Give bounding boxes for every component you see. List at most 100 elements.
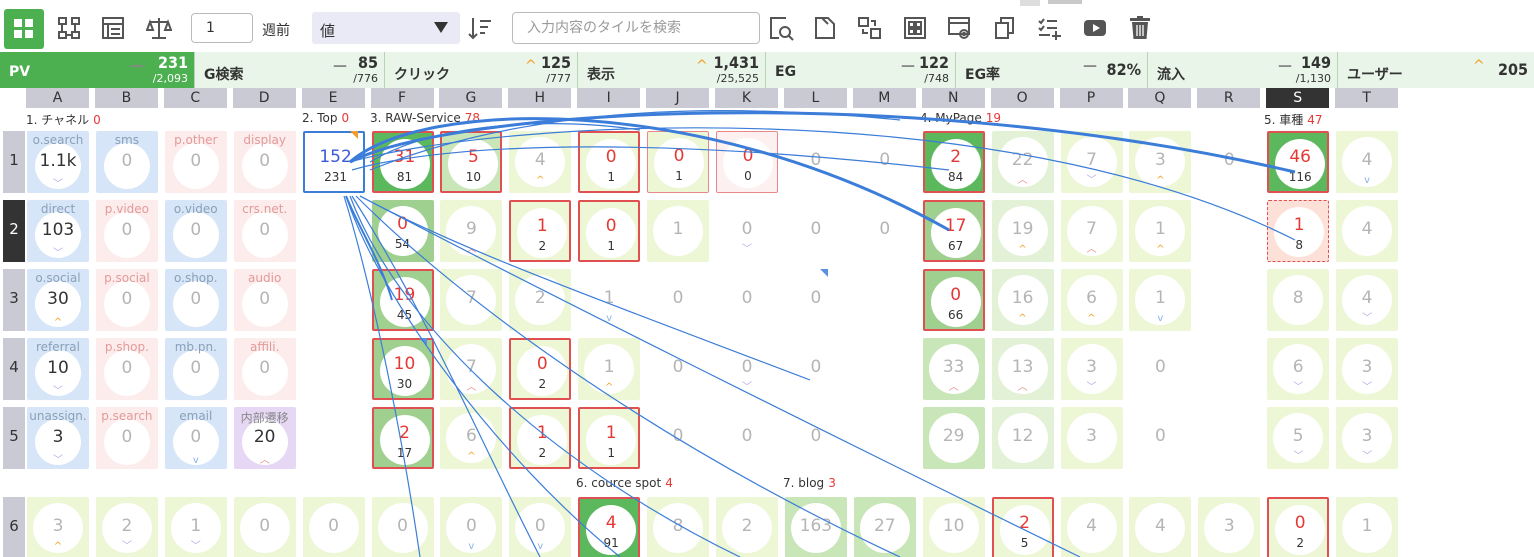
metric-1[interactable]: G検索 — 85/776 [194,52,384,88]
tile-S6[interactable]: 02 [1267,497,1330,557]
tile-I4[interactable]: 1 ^ [578,338,641,400]
document-icon[interactable] [808,11,842,45]
column-header-G[interactable]: G [439,88,503,108]
find-icon[interactable] [764,11,798,45]
column-header-D[interactable]: D [232,88,296,108]
tile-K2[interactable]: 0 ﹀ [716,200,778,262]
tile-K4[interactable]: 0 ﹀ [716,338,778,400]
tile-F4[interactable]: 10 30 [371,338,434,400]
tile-G1[interactable]: 5 10 [440,131,503,193]
tile-B2[interactable]: p.video 0 [95,200,158,262]
tile-Q3[interactable]: 1v [1129,269,1192,331]
row-header-6[interactable]: 6 [3,497,25,557]
column-header-B[interactable]: B [94,88,158,108]
list-icon[interactable] [96,11,130,45]
column-header-E[interactable]: E [301,88,365,108]
tile-M6[interactable]: 27 [853,497,916,557]
tile-G6[interactable]: 0v [440,497,503,557]
tile-F3[interactable]: 19 45 [371,269,434,331]
row-header-4[interactable]: 4 [3,338,25,400]
tile-F5[interactable]: 2 17 [371,407,434,469]
tile-L4[interactable]: 0 [785,338,847,400]
metric-select[interactable]: 値 [312,12,460,44]
tile-Q4[interactable]: 0 [1129,338,1191,400]
tile-A6[interactable]: 3 ^ [27,497,89,557]
tile-D1[interactable]: display 0 [233,131,296,193]
tile-T1[interactable]: 4v [1336,131,1399,193]
tile-N2[interactable]: 17 67 [922,200,985,262]
tile-S4[interactable]: 6 ﹀ [1267,338,1330,400]
tile-E6[interactable]: 0 [302,497,365,557]
tile-Q5[interactable]: 0 [1129,407,1191,469]
column-header-P[interactable]: P [1059,88,1123,108]
balance-icon[interactable] [142,11,176,45]
column-header-J[interactable]: J [646,88,710,108]
tile-J1[interactable]: 01 [647,131,710,193]
column-header-S[interactable]: S [1266,88,1330,108]
tile-J6[interactable]: 8 [647,497,710,557]
tile-T3[interactable]: 4 ﹀ [1336,269,1399,331]
row-header-5[interactable]: 5 [3,407,25,469]
tile-P6[interactable]: 4 [1060,497,1123,557]
tile-P2[interactable]: 7 ︿ [1060,200,1123,262]
tile-H6[interactable]: 0v [509,497,572,557]
tile-K5[interactable]: 0 [716,407,778,469]
tile-J2[interactable]: 1 [647,200,710,262]
tile-D3[interactable]: audio 0 [233,269,296,331]
tile-S2[interactable]: 18 [1267,200,1330,262]
tile-D2[interactable]: crs.net. 0 [233,200,296,262]
tile-Q2[interactable]: 1 ^ [1129,200,1192,262]
tile-N5[interactable]: 29 [922,407,985,469]
tile-D6[interactable]: 0 [233,497,296,557]
column-header-T[interactable]: T [1335,88,1399,108]
tile-search-input[interactable] [512,12,760,44]
tile-B5[interactable]: p.search 0 [95,407,158,469]
tile-A2[interactable]: direct 103 ﹀ [27,200,89,262]
tile-F6[interactable]: 0 [371,497,434,557]
tile-I2[interactable]: 01 [578,200,641,262]
tile-N1[interactable]: 2 84 [922,131,985,193]
tile-N4[interactable]: 33 ︿ [922,338,985,400]
transfer-icon[interactable] [853,11,887,45]
tile-T6[interactable]: 1 [1336,497,1399,557]
preview-icon[interactable] [943,11,977,45]
tile-R6[interactable]: 3 [1198,497,1261,557]
tile-I5[interactable]: 11 [578,407,641,469]
grid-icon[interactable] [4,9,44,49]
tiles-icon[interactable] [898,11,932,45]
tile-C2[interactable]: o.video 0 [164,200,227,262]
tile-F1[interactable]: 31 81 [371,131,434,193]
metric-6[interactable]: 流入 — 149/1,130 [1147,52,1337,88]
add-checklist-icon[interactable] [1033,11,1067,45]
tile-A4[interactable]: referral 10 ﹀ [27,338,89,400]
row-header-2[interactable]: 2 [3,200,25,262]
tile-P1[interactable]: 7 ﹀ [1060,131,1123,193]
column-header-R[interactable]: R [1197,88,1261,108]
sort-icon[interactable] [463,11,497,45]
tile-J3[interactable]: 0 [647,269,709,331]
tile-K1[interactable]: 00 [716,131,778,193]
tile-P4[interactable]: 3 ﹀ [1060,338,1123,400]
tile-E1[interactable]: 152 231 [302,131,365,193]
row-header-1[interactable]: 1 [3,131,25,193]
column-header-O[interactable]: O [990,88,1054,108]
metric-3[interactable]: 表示 ^ 1,431/25,525 [577,52,765,88]
tile-L1[interactable]: 0 [785,131,847,193]
column-header-C[interactable]: C [163,88,227,108]
tile-M2[interactable]: 0 [854,200,916,262]
tile-C5[interactable]: email 0 v [164,407,227,469]
column-header-M[interactable]: M [852,88,916,108]
tile-L3[interactable]: 0 [785,269,847,331]
video-icon[interactable] [1078,11,1112,45]
tile-T2[interactable]: 4 [1336,200,1399,262]
tile-S1[interactable]: 46 116 [1267,131,1330,193]
tile-I1[interactable]: 01 [578,131,641,193]
tile-B6[interactable]: 2 ﹀ [95,497,158,557]
tile-G4[interactable]: 7 ︿ [440,338,503,400]
tile-S3[interactable]: 8 [1267,269,1330,331]
tile-O2[interactable]: 19 ^ [991,200,1054,262]
tile-B4[interactable]: p.shop. 0 [95,338,158,400]
tile-J5[interactable]: 0 [647,407,709,469]
copy-icon[interactable] [988,11,1022,45]
tile-D5[interactable]: 内部遷移 20 ︿ [233,407,296,469]
